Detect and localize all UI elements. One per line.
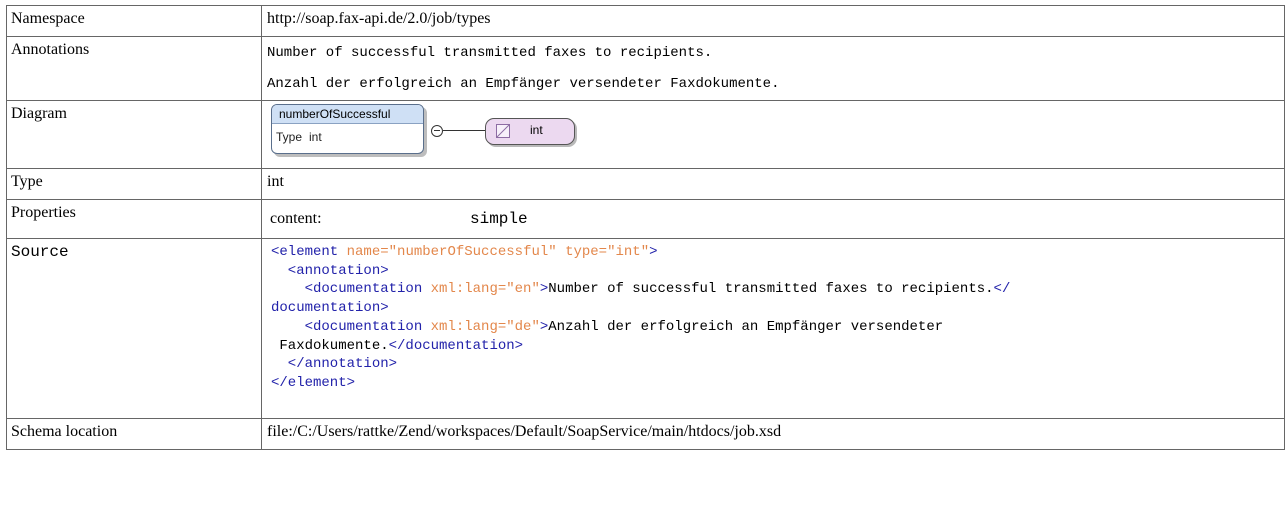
source-token: "numberOfSuccessful" (388, 244, 557, 260)
source-row: Source <element name="numberOfSuccessful… (6, 238, 1285, 419)
content-value: simple (470, 210, 528, 228)
type-reference-box[interactable]: int (485, 118, 575, 145)
annotations-value: Number of successful transmitted faxes t… (261, 36, 1285, 101)
source-token: <annotation> (271, 262, 389, 279)
source-token: > (539, 318, 549, 335)
element-box[interactable]: numberOfSuccessful Type int (271, 104, 424, 154)
diagram-cell: numberOfSuccessful Type int int (261, 100, 1285, 169)
schema-location-label: Schema location (6, 418, 262, 450)
annotations-label: Annotations (6, 36, 262, 101)
type-reference-name: int (530, 123, 543, 137)
content-key: content: (270, 210, 322, 227)
source-token: documentation> (271, 300, 389, 317)
properties-row: Properties content: simple (6, 199, 1285, 239)
element-name: numberOfSuccessful (272, 105, 423, 124)
schema-location-value: file:/C:/Users/rattke/Zend/workspaces/De… (261, 418, 1285, 450)
source-token: type= (556, 244, 608, 260)
source-token: "int" (607, 244, 650, 260)
source-token: Anzahl der erfolgreich an Empfänger vers… (548, 318, 944, 335)
element-type-key: Type (276, 130, 303, 144)
source-token: name= (338, 244, 389, 260)
source-token: <element (271, 244, 339, 260)
source-token: <documentation (271, 318, 423, 335)
type-row: Type int (6, 168, 1285, 200)
simple-type-icon (496, 124, 510, 138)
namespace-row: Namespace http://soap.fax-api.de/2.0/job… (6, 5, 1285, 37)
schema-diagram: numberOfSuccessful Type int int (267, 101, 1284, 159)
source-token: Number of successful transmitted faxes t… (548, 281, 994, 298)
annotation-de: Anzahl der erfolgreich an Empfänger vers… (267, 76, 780, 92)
source-token: Faxdokumente. (271, 337, 389, 354)
source-token: > (539, 281, 549, 298)
source-code: <element name="numberOfSuccessful" type=… (271, 243, 1284, 393)
type-value: int (261, 168, 1285, 200)
type-label: Type (6, 168, 262, 200)
connector-line (443, 130, 485, 131)
diagram-label: Diagram (6, 100, 262, 169)
source-token: </documentation> (388, 337, 524, 354)
source-token: </ (993, 281, 1011, 298)
annotations-row: Annotations Number of successful transmi… (6, 36, 1285, 101)
content-property: content: simple (262, 200, 1284, 228)
source-token: </annotation> (271, 356, 398, 373)
source-token: "de" (506, 318, 540, 335)
source-token: </element> (271, 374, 356, 391)
source-cell: <element name="numberOfSuccessful" type=… (261, 238, 1285, 419)
properties-label: Properties (6, 199, 262, 239)
sequence-compositor-icon[interactable] (431, 125, 443, 137)
element-type-row: Type int (272, 124, 423, 144)
namespace-value: http://soap.fax-api.de/2.0/job/types (261, 5, 1285, 37)
annotation-en: Number of successful transmitted faxes t… (267, 45, 713, 61)
properties-table: Namespace http://soap.fax-api.de/2.0/job… (6, 5, 1285, 450)
diagram-row: Diagram numberOfSuccessful Type int int (6, 100, 1285, 169)
source-token: xml:lang= (422, 281, 507, 298)
source-label: Source (6, 238, 262, 419)
element-type-value: int (309, 130, 322, 144)
namespace-label: Namespace (6, 5, 262, 37)
properties-cell: content: simple (261, 199, 1285, 239)
source-token: > (649, 244, 658, 260)
source-token: <documentation (271, 281, 423, 298)
source-token: xml:lang= (422, 318, 507, 335)
schema-location-row: Schema location file:/C:/Users/rattke/Ze… (6, 418, 1285, 450)
source-token: "en" (506, 281, 540, 298)
